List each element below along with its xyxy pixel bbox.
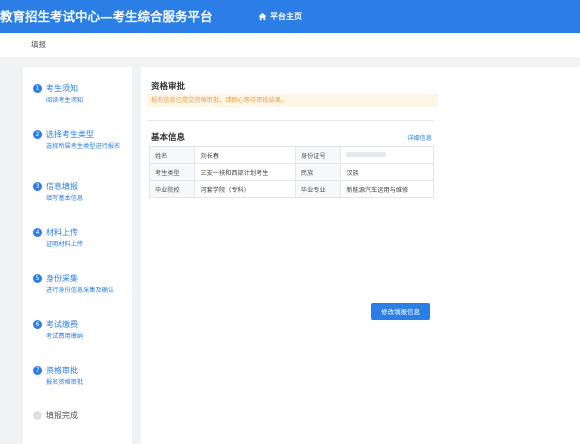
app-title: 教育招生考试中心—考生综合服务平台 — [0, 9, 213, 24]
step-1[interactable]: 1 考生须知 阅读考生须知 — [33, 83, 129, 105]
step-3[interactable]: 3 信息填报 填写基本信息 — [33, 181, 129, 203]
step-4[interactable]: 4 材料上传 证明材料上传 — [33, 227, 129, 249]
step-name: 资格审批 — [46, 366, 78, 375]
table-cell: 三支一扶和西部计划考生 — [194, 163, 296, 181]
step-desc: 选择所属考生类型进行报名 — [46, 143, 121, 150]
table-cell: 考生类型 — [148, 163, 196, 181]
table-cell: 毕业院校 — [148, 180, 196, 198]
step-2[interactable]: 2 选择考生类型 选择所属考生类型进行报名 — [33, 129, 129, 151]
step-8[interactable]: 填报完成 — [33, 410, 129, 421]
step-desc: 进行身份信息采集及确认 — [46, 287, 115, 294]
home-link[interactable]: 平台主页 — [258, 0, 302, 33]
step-desc: 考试费用缴纳 — [46, 333, 84, 340]
basic-info-title: 基本信息 — [151, 133, 186, 143]
table-cell: 汉族 — [340, 163, 434, 181]
table-cell: 民族 — [294, 163, 342, 181]
table-row: 毕业院校 河套学院（专科） 毕业专业 新能源汽车运用与维修 — [148, 180, 434, 198]
step-number: 7 — [33, 366, 42, 375]
step-number: 4 — [33, 228, 42, 237]
step-6[interactable]: 6 考试缴费 考试费用缴纳 — [33, 319, 129, 341]
step-desc: 证明材料上传 — [46, 241, 84, 248]
step-desc: 填写基本信息 — [46, 195, 84, 202]
main-panel: 资格审批 报名信息已提交资格审批，请耐心等待审批结果。 基本信息 详细信息 姓名… — [141, 67, 580, 444]
step-number: 5 — [33, 274, 42, 283]
basic-info-table: 姓名 刘长春 身份证号 考生类型 三支一扶和西部计划考生 民族 汉族 毕业院校 … — [148, 146, 434, 198]
home-icon — [258, 12, 267, 21]
step-desc: 报名资格审批 — [46, 379, 84, 386]
step-5[interactable]: 5 身份采集 进行身份信息采集及确认 — [33, 273, 129, 295]
step-number: 1 — [33, 84, 42, 93]
top-bar: 教育招生考试中心—考生综合服务平台 平台主页 — [0, 0, 580, 33]
table-cell: 刘长春 — [194, 146, 296, 164]
table-row: 考生类型 三支一扶和西部计划考生 民族 汉族 — [148, 163, 434, 181]
detail-link[interactable]: 详细信息 — [407, 133, 432, 142]
step-desc: 阅读考生须知 — [46, 97, 84, 104]
breadcrumb-bar: 填报 — [0, 33, 580, 57]
step-sidebar: 1 考生须知 阅读考生须知 2 选择考生类型 选择所属考生类型进行报名 3 信息填报 … — [23, 67, 132, 444]
step-number — [33, 411, 42, 420]
table-row: 姓名 刘长春 身份证号 — [148, 146, 434, 164]
id-number-masked — [340, 146, 434, 164]
table-cell: 姓名 — [148, 146, 196, 164]
table-cell: 身份证号 — [294, 146, 342, 164]
step-number: 3 — [33, 182, 42, 191]
step-name: 考试缴费 — [46, 320, 78, 329]
step-name: 身份采集 — [46, 274, 78, 283]
step-name: 信息填报 — [46, 182, 78, 191]
table-cell: 新能源汽车运用与维修 — [340, 180, 434, 198]
divider — [147, 120, 434, 121]
step-name: 材料上传 — [46, 228, 78, 237]
edit-info-button[interactable]: 修改填报信息 — [371, 303, 430, 320]
step-number: 6 — [33, 320, 42, 329]
status-notice: 报名信息已提交资格审批，请耐心等待审批结果。 — [147, 94, 438, 107]
home-label: 平台主页 — [270, 12, 302, 21]
table-cell: 河套学院（专科） — [194, 180, 296, 198]
step-7[interactable]: 7 资格审批 报名资格审批 — [33, 365, 129, 387]
section-title: 资格审批 — [151, 82, 186, 92]
breadcrumb: 填报 — [31, 40, 46, 49]
table-cell: 毕业专业 — [294, 180, 342, 198]
step-name: 考生须知 — [46, 84, 78, 93]
step-name: 选择考生类型 — [46, 130, 94, 139]
step-name: 填报完成 — [46, 411, 78, 420]
step-number: 2 — [33, 130, 42, 139]
